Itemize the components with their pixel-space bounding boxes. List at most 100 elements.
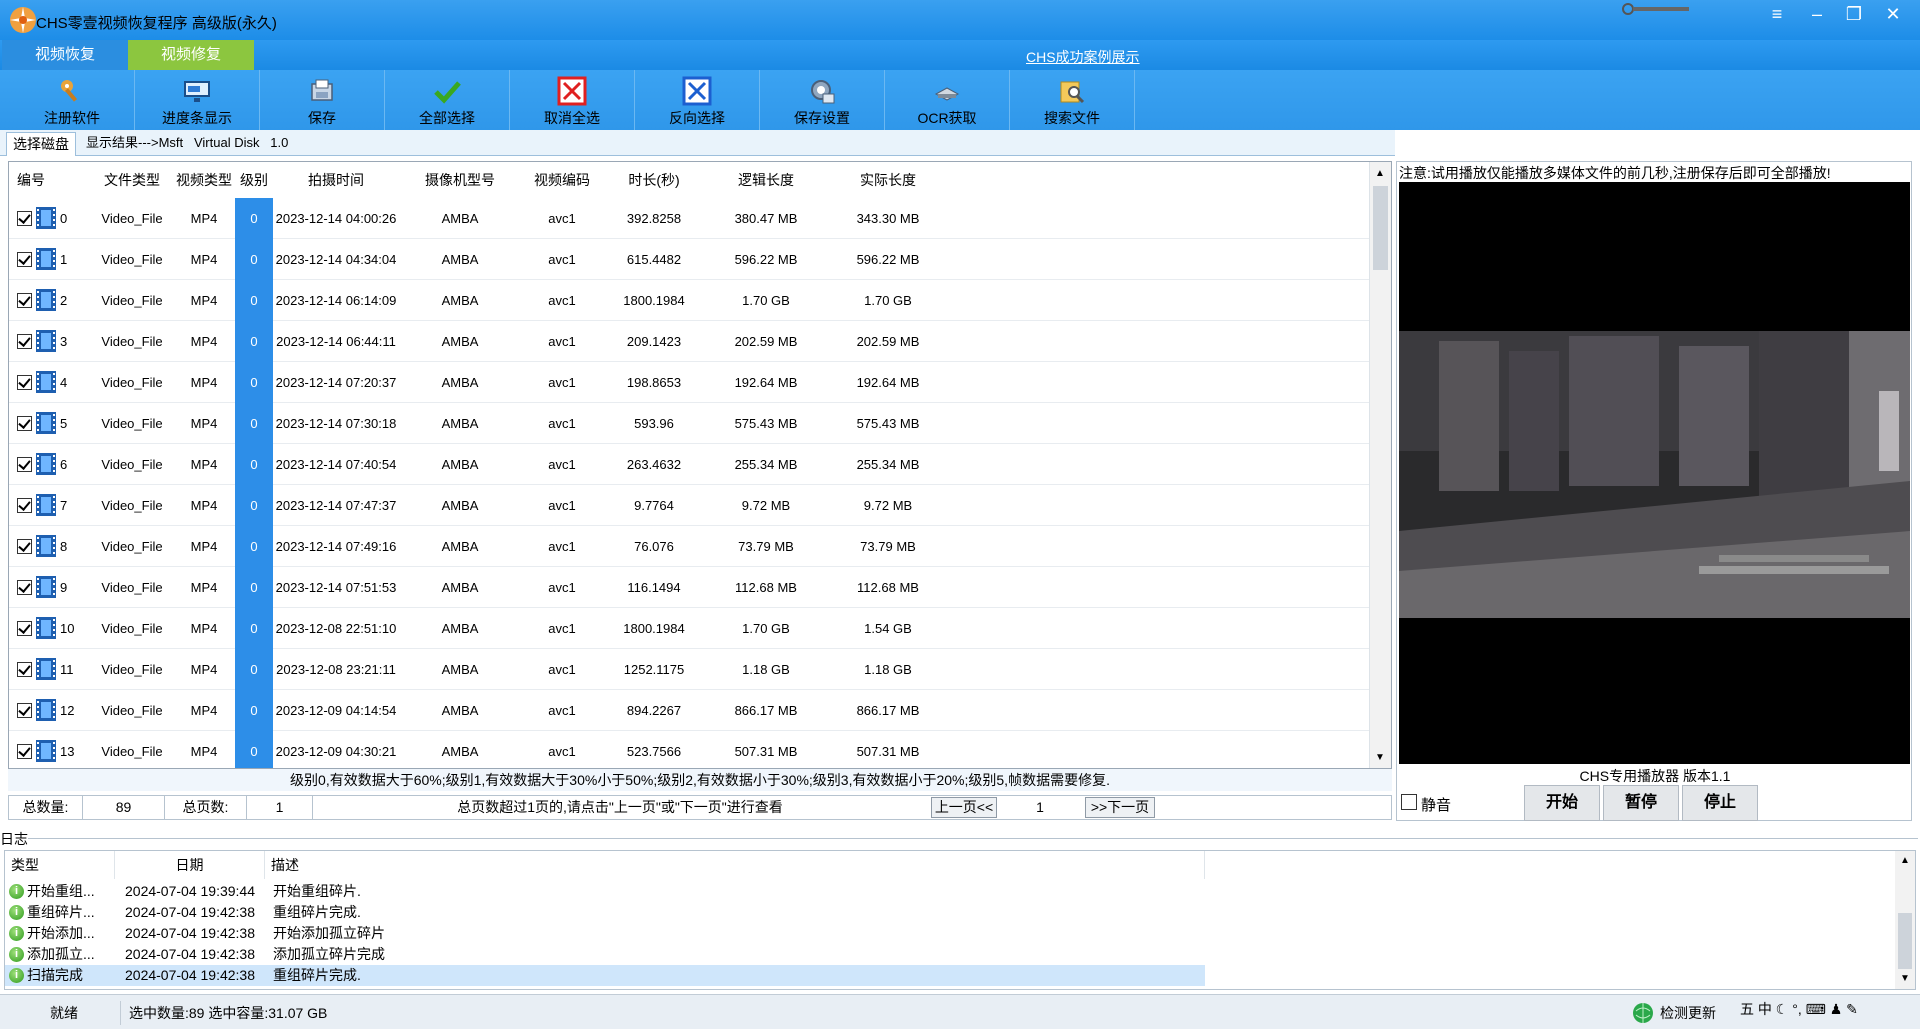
minimize-button[interactable]: ‒ xyxy=(1800,2,1834,26)
log-scrollbar-thumb[interactable] xyxy=(1898,913,1912,969)
select-all-button[interactable]: 全部选择 xyxy=(385,70,510,130)
row-checkbox[interactable] xyxy=(17,498,32,513)
log-header-type[interactable]: 类型 xyxy=(5,851,115,879)
table-row[interactable]: 12 Video_File MP4 0 2023-12-09 04:14:54 AMBA a… xyxy=(9,690,1369,731)
total-pages-label: 总页数: xyxy=(165,796,247,819)
column-header-shoot-time[interactable]: 拍摄时间 xyxy=(273,162,399,198)
cell-camera-model: AMBA xyxy=(441,703,479,718)
row-checkbox[interactable] xyxy=(17,211,32,226)
save-button[interactable]: 保存 xyxy=(260,70,385,130)
table-row[interactable]: 11 Video_File MP4 0 2023-12-08 23:21:11 AMBA a… xyxy=(9,649,1369,690)
scrollbar-thumb[interactable] xyxy=(1373,186,1388,270)
ocr-button[interactable]: OCR获取 xyxy=(885,70,1010,130)
log-header-date[interactable]: 日期 xyxy=(115,851,265,879)
row-checkbox[interactable] xyxy=(17,375,32,390)
cell-logical-size: 380.47 MB xyxy=(734,211,798,226)
cell-level: 0 xyxy=(235,690,273,731)
row-checkbox[interactable] xyxy=(17,457,32,472)
cell-file-type: Video_File xyxy=(101,580,163,595)
invert-selection-button[interactable]: 反向选择 xyxy=(635,70,760,130)
log-table: 类型 日期 描述 i 开始重组... 2024-07-04 19:39:44 开始重组… xyxy=(4,850,1916,990)
cell-video-type: MP4 xyxy=(190,662,218,677)
ime-toolbar[interactable]: 五 中 ☾ °, ⌨ ♟ ✎ xyxy=(1740,999,1920,1027)
cell-video-type: MP4 xyxy=(190,744,218,759)
row-checkbox[interactable] xyxy=(17,539,32,554)
tab-video-repair[interactable]: 视频修复 xyxy=(128,40,254,70)
close-button[interactable]: ✕ xyxy=(1876,2,1910,26)
log-row[interactable]: i 扫描完成 2024-07-04 19:42:38 重组碎片完成. xyxy=(5,965,1897,986)
column-header-level[interactable]: 级别 xyxy=(235,162,273,198)
row-checkbox[interactable] xyxy=(17,334,32,349)
prev-page-button[interactable]: 上一页<< xyxy=(931,797,997,818)
tab-video-recovery[interactable]: 视频恢复 xyxy=(2,40,128,70)
stop-button[interactable]: 停止 xyxy=(1682,785,1758,821)
table-row[interactable]: 0 Video_File MP4 0 2023-12-14 04:00:26 AMBA av… xyxy=(9,198,1369,239)
table-row[interactable]: 5 Video_File MP4 0 2023-12-14 07:30:18 AMBA av… xyxy=(9,403,1369,444)
scroll-up-arrow-icon[interactable]: ▲ xyxy=(1375,168,1385,179)
log-row[interactable]: i 重组碎片... 2024-07-04 19:42:38 重组碎片完成. xyxy=(5,902,1897,923)
progress-display-button[interactable]: 进度条显示 xyxy=(135,70,260,130)
next-page-button[interactable]: >>下一页 xyxy=(1085,797,1155,818)
video-display[interactable] xyxy=(1399,182,1910,764)
tab-show-results[interactable]: 显示结果--->Msft Virtual Disk 1.0 xyxy=(80,132,294,156)
row-id: 7 xyxy=(60,498,68,513)
row-checkbox[interactable] xyxy=(17,293,32,308)
info-icon: i xyxy=(9,926,24,941)
column-header-id[interactable]: 编号 xyxy=(9,162,91,198)
table-row[interactable]: 8 Video_File MP4 0 2023-12-14 07:49:16 AMBA av… xyxy=(9,526,1369,567)
row-checkbox[interactable] xyxy=(17,744,32,759)
table-row[interactable]: 6 Video_File MP4 0 2023-12-14 07:40:54 AMBA av… xyxy=(9,444,1369,485)
tab-select-disk[interactable]: 选择磁盘 xyxy=(6,132,76,156)
cell-logical-size: 73.79 MB xyxy=(738,539,794,554)
scroll-down-arrow-icon[interactable]: ▼ xyxy=(1375,752,1385,763)
table-row[interactable]: 10 Video_File MP4 0 2023-12-08 22:51:10 AMBA a… xyxy=(9,608,1369,649)
row-checkbox[interactable] xyxy=(17,580,32,595)
cell-level: 0 xyxy=(235,403,273,444)
table-row[interactable]: 9 Video_File MP4 0 2023-12-14 07:51:53 AMBA av… xyxy=(9,567,1369,608)
table-row[interactable]: 13 Video_File MP4 0 2023-12-09 04:30:21 AMBA a… xyxy=(9,731,1369,768)
pause-button[interactable]: 暂停 xyxy=(1603,785,1679,821)
table-row[interactable]: 4 Video_File MP4 0 2023-12-14 07:20:37 AMBA av… xyxy=(9,362,1369,403)
search-files-button[interactable]: 搜索文件 xyxy=(1010,70,1135,130)
log-scroll-up-icon[interactable]: ▲ xyxy=(1900,855,1910,866)
row-checkbox[interactable] xyxy=(17,416,32,431)
success-cases-link[interactable]: CHS成功案例展示 xyxy=(1026,47,1140,67)
info-icon: i xyxy=(9,947,24,962)
row-id: 6 xyxy=(60,457,68,472)
column-header-logical-size[interactable]: 逻辑长度 xyxy=(705,162,827,198)
cell-camera-model: AMBA xyxy=(441,334,479,349)
table-row[interactable]: 1 Video_File MP4 0 2023-12-14 04:34:04 AMBA av… xyxy=(9,239,1369,280)
column-header-file-type[interactable]: 文件类型 xyxy=(91,162,173,198)
table-row[interactable]: 2 Video_File MP4 0 2023-12-14 06:14:09 AMBA av… xyxy=(9,280,1369,321)
play-start-button[interactable]: 开始 xyxy=(1524,785,1600,821)
column-header-camera-model[interactable]: 摄像机型号 xyxy=(399,162,521,198)
invert-blue-icon xyxy=(682,76,712,106)
row-checkbox[interactable] xyxy=(17,662,32,677)
log-scrollbar[interactable]: ▲ ▼ xyxy=(1895,851,1915,989)
cell-actual-size: 343.30 MB xyxy=(856,211,920,226)
table-row[interactable]: 3 Video_File MP4 0 2023-12-14 06:44:11 AMBA av… xyxy=(9,321,1369,362)
maximize-button[interactable]: ❐ xyxy=(1837,2,1871,26)
table-scrollbar[interactable]: ▲ ▼ xyxy=(1369,162,1391,768)
column-header-actual-size[interactable]: 实际长度 xyxy=(827,162,949,198)
log-row[interactable]: i 开始添加... 2024-07-04 19:42:38 开始添加孤立碎片 xyxy=(5,923,1897,944)
check-update-button[interactable]: 检测更新 xyxy=(1632,1001,1740,1025)
row-checkbox[interactable] xyxy=(17,252,32,267)
video-file-icon xyxy=(36,330,56,352)
menu-icon[interactable]: ≡ xyxy=(1760,2,1794,26)
row-checkbox[interactable] xyxy=(17,703,32,718)
log-scroll-down-icon[interactable]: ▼ xyxy=(1900,973,1910,984)
row-checkbox[interactable] xyxy=(17,621,32,636)
mute-checkbox[interactable] xyxy=(1401,794,1417,810)
register-button[interactable]: 注册软件 xyxy=(10,70,135,130)
table-row[interactable]: 7 Video_File MP4 0 2023-12-14 07:47:37 AMBA av… xyxy=(9,485,1369,526)
column-header-video-type[interactable]: 视频类型 xyxy=(173,162,235,198)
column-header-codec[interactable]: 视频编码 xyxy=(521,162,603,198)
log-row[interactable]: i 开始重组... 2024-07-04 19:39:44 开始重组碎片. xyxy=(5,881,1897,902)
column-header-duration[interactable]: 时长(秒) xyxy=(603,162,705,198)
log-header-description[interactable]: 描述 xyxy=(265,851,1205,879)
current-page-value[interactable]: 1 xyxy=(999,796,1081,819)
log-row[interactable]: i 添加孤立... 2024-07-04 19:42:38 添加孤立碎片完成 xyxy=(5,944,1897,965)
save-settings-button[interactable]: 保存设置 xyxy=(760,70,885,130)
deselect-all-button[interactable]: 取消全选 xyxy=(510,70,635,130)
